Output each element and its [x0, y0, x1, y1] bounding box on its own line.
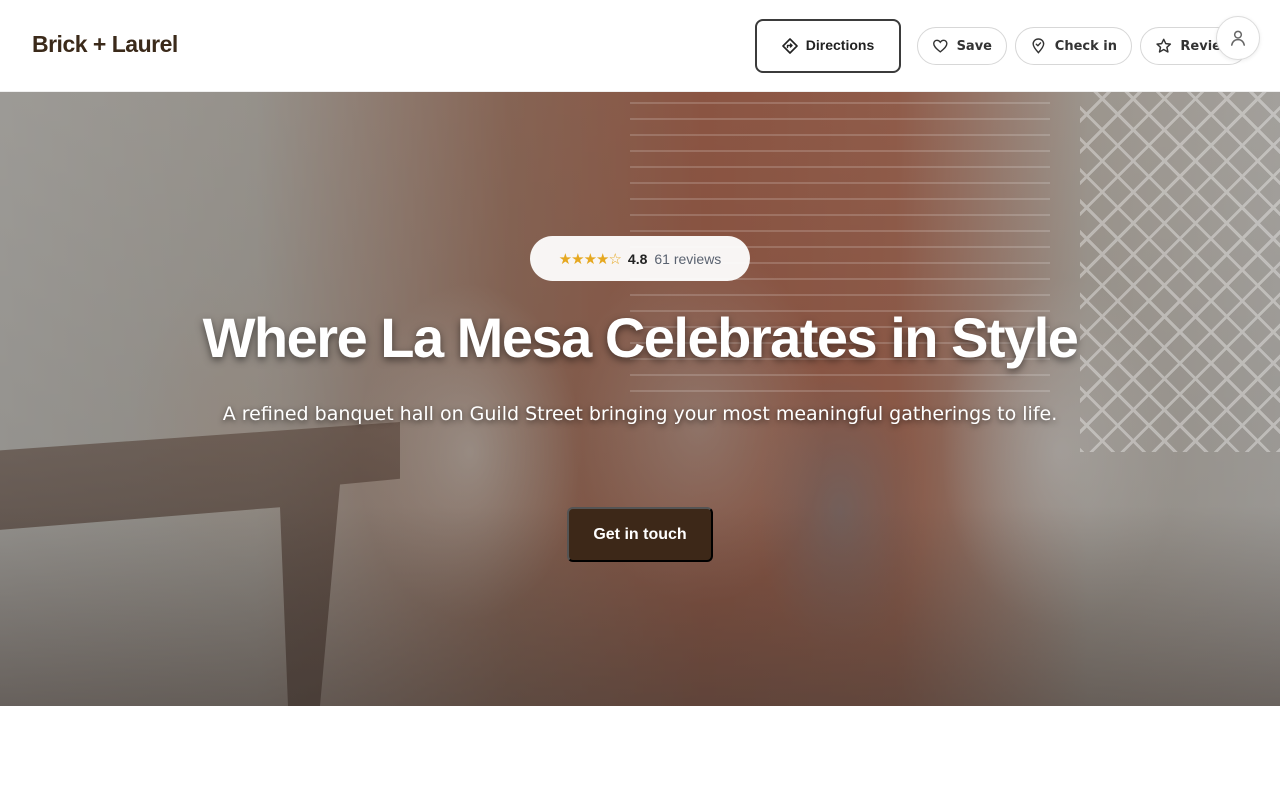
- profile-button[interactable]: [1216, 16, 1260, 60]
- rating-value: 4.8: [627, 250, 648, 267]
- directions-label: Directions: [805, 36, 875, 53]
- check-in-button[interactable]: Check in: [1015, 27, 1132, 65]
- save-label: Save: [956, 38, 992, 54]
- site-header: Brick + Laurel Directions Save Check in …: [0, 0, 1280, 92]
- brand-logo[interactable]: Brick + Laurel: [32, 31, 178, 58]
- hero-title: Where La Mesa Celebrates in Style: [202, 306, 1079, 369]
- star-icon: [1156, 38, 1172, 53]
- map-pin-icon: [1032, 38, 1045, 54]
- rating-stars: ★★★★☆: [558, 250, 622, 268]
- directions-button[interactable]: Directions: [755, 19, 901, 73]
- hero-background-lattice: [1080, 92, 1280, 452]
- get-in-touch-button[interactable]: Get in touch: [567, 507, 713, 562]
- check-in-label: Check in: [1054, 38, 1117, 54]
- review-count: 61 reviews: [654, 250, 722, 267]
- heart-icon: [933, 39, 948, 53]
- save-button[interactable]: Save: [917, 27, 1007, 65]
- directions-icon: [781, 37, 798, 54]
- hero-subtitle: A refined banquet hall on Guild Street b…: [222, 403, 1058, 425]
- rating-badge[interactable]: ★★★★☆ 4.8 61 reviews: [530, 236, 750, 281]
- user-icon: [1231, 30, 1245, 46]
